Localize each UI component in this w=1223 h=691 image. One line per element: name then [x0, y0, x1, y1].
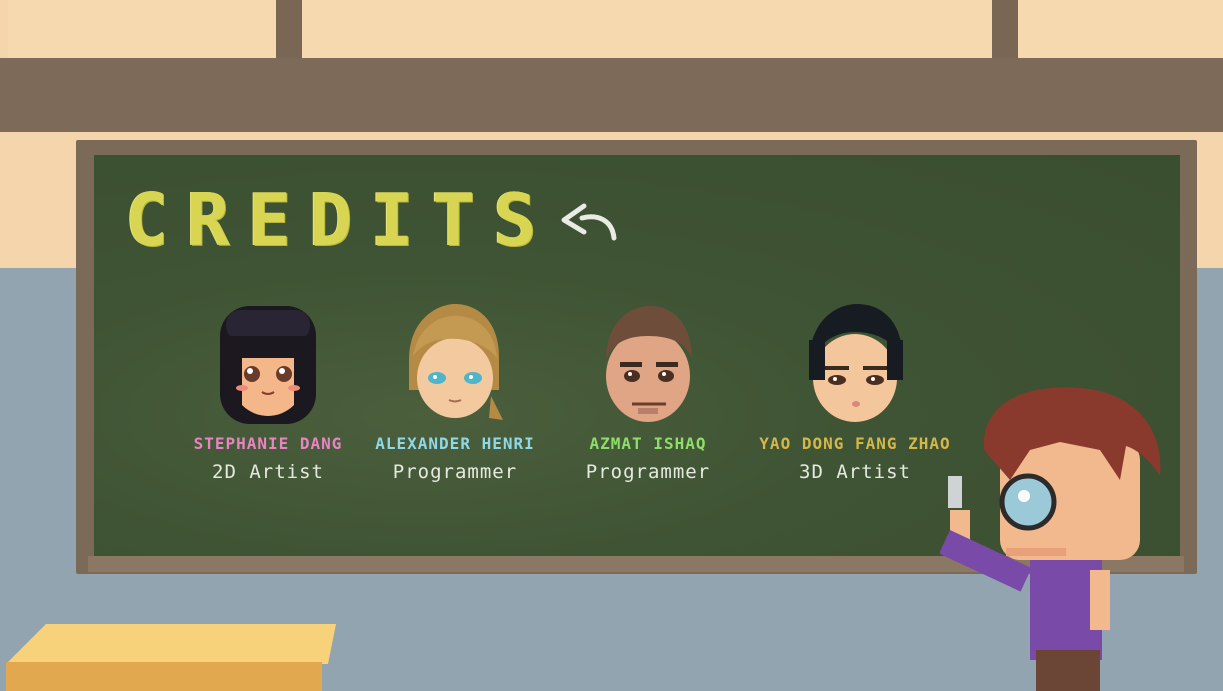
window-pane: [302, 0, 992, 58]
member-role: 2D Artist: [212, 461, 324, 483]
back-button[interactable]: [552, 198, 624, 248]
window-pane: [1018, 0, 1223, 58]
curved-back-arrow-icon: [561, 203, 617, 241]
member-name: AZMAT ISHAQ: [589, 434, 707, 453]
azmat-avatar: [606, 306, 692, 422]
alexander-avatar: [409, 304, 503, 420]
member-name: STEPHANIE DANG: [193, 434, 343, 453]
window-frame: [992, 0, 1018, 60]
member-name: ALEXANDER HENRI: [375, 434, 535, 453]
member-role: 3D Artist: [799, 461, 911, 483]
credit-card-azmat: AZMAT ISHAQ Programmer: [548, 300, 748, 483]
yao-avatar: [809, 304, 903, 422]
member-role: Programmer: [392, 461, 518, 483]
member-name: YAO DONG FANG ZHAO: [759, 434, 951, 453]
member-role: Programmer: [585, 461, 711, 483]
teacher-character: [940, 387, 1161, 691]
ceiling-beam: [0, 58, 1223, 132]
window-frame: [276, 0, 302, 60]
credit-card-alexander: ALEXANDER HENRI Programmer: [355, 300, 555, 483]
desk: [6, 624, 336, 664]
credit-card-yao: YAO DONG FANG ZHAO 3D Artist: [755, 300, 955, 483]
credits-title: CREDITS: [125, 178, 555, 262]
window-pane: [8, 0, 276, 58]
desk-front: [6, 662, 322, 691]
credit-card-stephanie: STEPHANIE DANG 2D Artist: [168, 300, 368, 483]
stephanie-avatar: [220, 306, 316, 424]
